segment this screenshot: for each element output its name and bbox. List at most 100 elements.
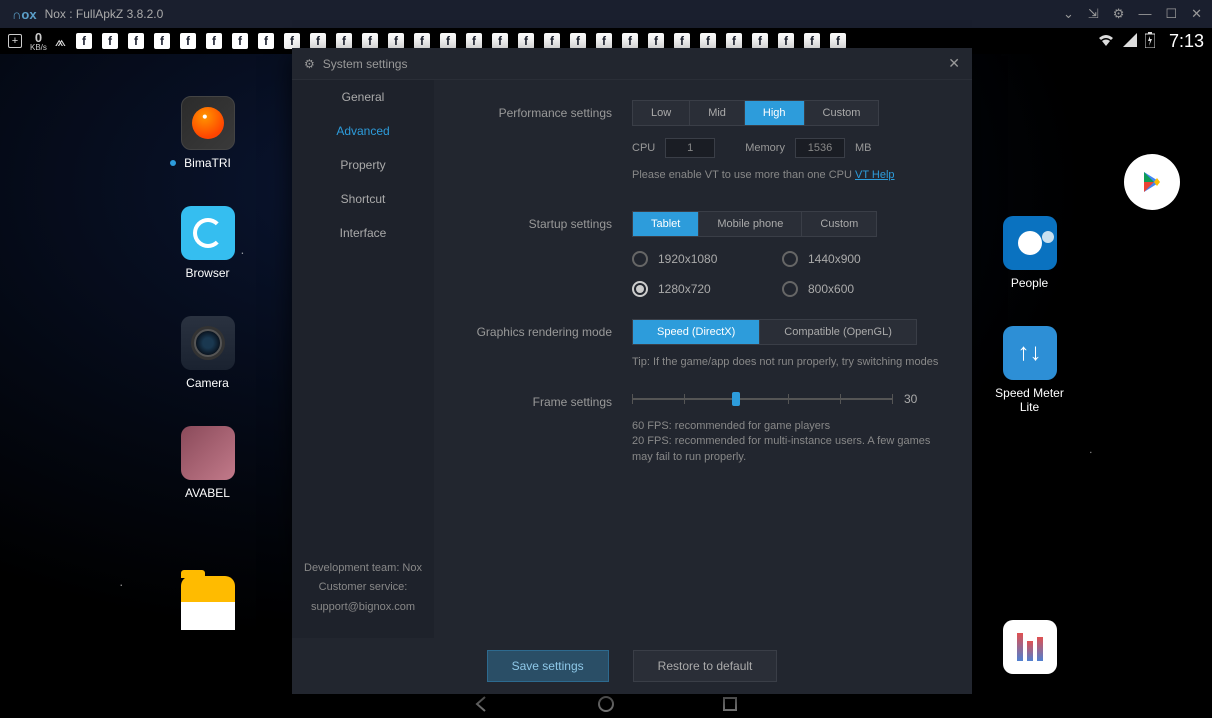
app-mixer[interactable]	[987, 620, 1072, 674]
recent-button[interactable]	[718, 692, 742, 716]
facebook-icon: f	[310, 33, 326, 49]
apex-icon: ⩕	[55, 33, 66, 50]
facebook-icon: f	[648, 33, 664, 49]
facebook-icon: f	[726, 33, 742, 49]
facebook-icon: f	[622, 33, 638, 49]
dialog-sidebar: General Advanced Property Shortcut Inter…	[292, 80, 434, 638]
clock: 7:13	[1169, 31, 1204, 52]
facebook-icon: f	[778, 33, 794, 49]
dialog-footer: Save settings Restore to default	[292, 638, 972, 694]
facebook-icon: f	[492, 33, 508, 49]
facebook-icon: f	[206, 33, 222, 49]
facebook-icon: f	[804, 33, 820, 49]
tab-shortcut[interactable]: Shortcut	[292, 182, 434, 216]
gear-icon[interactable]: ⚙	[1113, 6, 1125, 22]
render-label: Graphics rendering mode	[462, 319, 632, 339]
notification-icons: f f f f f f f f f f f f f f f f f f f f …	[76, 33, 846, 49]
cpu-input[interactable]	[665, 138, 715, 158]
perf-high[interactable]: High	[745, 101, 805, 125]
chevron-down-icon[interactable]: ⌄	[1063, 6, 1074, 22]
dialog-content: Performance settings Low Mid High Custom…	[434, 80, 972, 638]
battery-icon	[1145, 32, 1155, 51]
wifi-icon	[1097, 33, 1115, 50]
perf-custom[interactable]: Custom	[805, 101, 879, 125]
res-1440x900[interactable]: 1440x900	[782, 251, 922, 267]
facebook-icon: f	[388, 33, 404, 49]
fps-slider[interactable]	[632, 389, 892, 409]
facebook-icon: f	[154, 33, 170, 49]
close-icon[interactable]: ✕	[948, 55, 960, 72]
res-1280x720[interactable]: 1280x720	[632, 281, 772, 297]
back-button[interactable]	[470, 692, 494, 716]
window-title: Nox : FullApkZ 3.8.2.0	[45, 7, 164, 21]
resolution-radios: 1920x1080 1440x900 1280x720 800x600	[632, 251, 944, 297]
play-store-fab[interactable]	[1124, 154, 1180, 210]
facebook-icon: f	[362, 33, 378, 49]
facebook-icon: f	[752, 33, 768, 49]
app-bimatri[interactable]: BimaTRI	[165, 96, 250, 170]
network-speed: 0 KB/s	[30, 31, 47, 52]
facebook-icon: f	[440, 33, 456, 49]
render-compat[interactable]: Compatible (OpenGL)	[760, 320, 916, 344]
perf-label: Performance settings	[462, 100, 632, 120]
facebook-icon: f	[466, 33, 482, 49]
facebook-icon: f	[76, 33, 92, 49]
facebook-icon: f	[414, 33, 430, 49]
app-files[interactable]	[165, 576, 250, 630]
facebook-icon: f	[830, 33, 846, 49]
startup-mobile[interactable]: Mobile phone	[699, 212, 802, 236]
app-avabel[interactable]: AVABEL	[165, 426, 250, 500]
startup-segment: Tablet Mobile phone Custom	[632, 211, 877, 237]
startup-custom[interactable]: Custom	[802, 212, 876, 236]
signal-icon	[1123, 33, 1137, 50]
maximize-icon[interactable]: ☐	[1165, 6, 1177, 22]
res-1920x1080[interactable]: 1920x1080	[632, 251, 772, 267]
res-800x600[interactable]: 800x600	[782, 281, 922, 297]
facebook-icon: f	[258, 33, 274, 49]
startup-tablet[interactable]: Tablet	[633, 212, 699, 236]
system-settings-dialog: ⚙ System settings ✕ General Advanced Pro…	[292, 48, 972, 694]
frame-label: Frame settings	[462, 389, 632, 409]
perf-low[interactable]: Low	[633, 101, 690, 125]
vt-help-link[interactable]: VT Help	[855, 169, 895, 181]
fps-value: 30	[904, 392, 917, 406]
android-nav	[470, 692, 742, 716]
logo-text: ∩ox	[12, 7, 37, 22]
app-speed-meter[interactable]: ↑↓ Speed Meter Lite	[987, 326, 1072, 414]
share-icon[interactable]: ⇲	[1088, 6, 1099, 22]
restore-button[interactable]: Restore to default	[633, 650, 778, 682]
render-speed[interactable]: Speed (DirectX)	[633, 320, 760, 344]
tab-general[interactable]: General	[292, 80, 434, 114]
mem-unit: MB	[855, 142, 872, 154]
facebook-icon: f	[596, 33, 612, 49]
add-icon: +	[8, 34, 22, 48]
facebook-icon: f	[336, 33, 352, 49]
facebook-icon: f	[518, 33, 534, 49]
minimize-icon[interactable]: —	[1138, 6, 1151, 22]
tab-interface[interactable]: Interface	[292, 216, 434, 250]
cpu-label: CPU	[632, 142, 655, 154]
render-segment: Speed (DirectX) Compatible (OpenGL)	[632, 319, 917, 345]
close-icon[interactable]: ✕	[1191, 6, 1202, 22]
vt-hint: Please enable VT to use more than one CP…	[632, 168, 944, 183]
render-hint: Tip: If the game/app does not run proper…	[632, 355, 944, 370]
titlebar: ∩ox Nox : FullApkZ 3.8.2.0 ⌄ ⇲ ⚙ — ☐ ✕	[0, 0, 1212, 28]
startup-label: Startup settings	[462, 211, 632, 231]
facebook-icon: f	[232, 33, 248, 49]
mem-input[interactable]	[795, 138, 845, 158]
facebook-icon: f	[180, 33, 196, 49]
tab-advanced[interactable]: Advanced	[292, 114, 434, 148]
home-button[interactable]	[594, 692, 618, 716]
app-camera[interactable]: Camera	[165, 316, 250, 390]
dialog-header: ⚙ System settings ✕	[292, 48, 972, 80]
facebook-icon: f	[700, 33, 716, 49]
perf-mid[interactable]: Mid	[690, 101, 745, 125]
facebook-icon: f	[674, 33, 690, 49]
facebook-icon: f	[128, 33, 144, 49]
tab-property[interactable]: Property	[292, 148, 434, 182]
app-browser[interactable]: Browser	[165, 206, 250, 280]
window-controls: ⌄ ⇲ ⚙ — ☐ ✕	[1063, 6, 1202, 22]
save-button[interactable]: Save settings	[487, 650, 609, 682]
perf-segment: Low Mid High Custom	[632, 100, 879, 126]
app-people[interactable]: People	[987, 216, 1072, 290]
